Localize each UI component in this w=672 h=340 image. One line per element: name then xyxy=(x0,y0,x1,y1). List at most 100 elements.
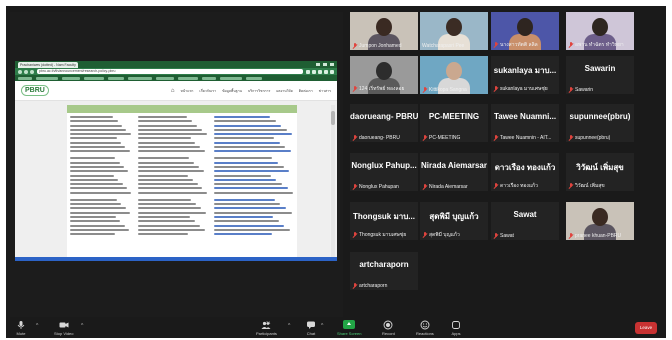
participant-name: supunnee(pbru) xyxy=(575,135,611,141)
participant-video-head xyxy=(517,18,533,36)
muted-mic-icon xyxy=(568,87,574,93)
participant-tile[interactable]: Jumpon Jonhamed xyxy=(350,12,418,50)
document-text-line xyxy=(138,211,206,214)
document-text-line xyxy=(70,161,120,164)
document-text-line xyxy=(138,187,203,190)
participant-tile[interactable]: Kittikopa Sangna xyxy=(420,56,488,94)
document-text-line xyxy=(138,174,188,177)
participant-tile[interactable]: Watcharapasri Pee xyxy=(420,12,488,50)
participant-tile[interactable]: นางสาวทัตติ ลลิล xyxy=(491,12,559,50)
participant-name-label: Watcharapasri Pee xyxy=(422,43,487,49)
participant-name-label: นางสาวทัตติ ลลิล xyxy=(493,41,558,49)
participant-name: artcharaporn xyxy=(359,283,388,289)
document-text-line xyxy=(214,116,270,118)
site-menu-item[interactable]: ข้อมูลพื้นฐาน xyxy=(222,88,242,94)
muted-mic-icon xyxy=(568,233,574,239)
participant-tile[interactable]: artcharaporn artcharaporn xyxy=(350,252,418,290)
document-text-line xyxy=(214,157,273,160)
document-text-line xyxy=(70,165,124,168)
participant-video-head xyxy=(376,62,392,80)
participant-name: วิวัฒน์ เพิ่มสุข xyxy=(575,183,605,189)
participant-tile[interactable]: Nonglux Pahup... Nonglux Pahupan xyxy=(350,153,418,191)
document-text-line xyxy=(70,191,132,194)
document-text-line xyxy=(214,207,286,210)
participant-tile[interactable]: Sawat Sawat xyxy=(491,202,559,240)
muted-mic-icon xyxy=(352,283,358,289)
participant-name: sukanlaya มาบเศษชุ่ย xyxy=(500,86,548,92)
document-text-line xyxy=(138,150,206,153)
participant-display-name: ดาวเรือง ทองแก้ว xyxy=(494,163,556,172)
document-text-line xyxy=(214,233,272,236)
scroll-thumb[interactable] xyxy=(331,111,335,125)
record-icon xyxy=(384,320,393,330)
document-text-line xyxy=(70,233,115,236)
site-menu-item[interactable]: บริการวิชาการ xyxy=(248,88,270,94)
document-text-line xyxy=(214,150,291,153)
mute-options-chevron-icon[interactable]: ^ xyxy=(36,323,38,329)
participant-video-head xyxy=(376,18,392,36)
participant-name: สุดพิมี บุญแก้ว xyxy=(429,232,460,238)
participant-tile[interactable]: วิวัฒน์ เพิ่มสุข วิวัฒน์ เพิ่มสุข xyxy=(566,153,634,191)
participants-button[interactable]: 21 Participants xyxy=(256,320,277,336)
document-text-line xyxy=(70,157,116,160)
participant-tile[interactable]: PC-MEETING PC-MEETING xyxy=(420,104,488,142)
site-menu-item[interactable]: หน้าแรก xyxy=(180,88,193,94)
home-icon[interactable]: ⌂ xyxy=(171,88,175,94)
participant-display-name: daorueang- PBRU xyxy=(350,112,418,121)
participants-label: Participants xyxy=(256,331,277,336)
chat-options-chevron-icon[interactable]: ^ xyxy=(321,323,323,329)
muted-mic-icon xyxy=(568,135,574,141)
participant-name: นางสาวทัตติ ลลิล xyxy=(500,42,538,48)
participants-options-chevron-icon[interactable]: ^ xyxy=(288,323,290,329)
document-text-line xyxy=(138,198,192,201)
participant-tile[interactable]: supunnee(pbru) supunnee(pbru) xyxy=(566,104,634,142)
browser-extensions[interactable] xyxy=(306,69,334,74)
reactions-button[interactable]: Reactions xyxy=(416,320,434,336)
participant-name: pranee khuan-PBRU xyxy=(575,233,622,239)
chat-label: Chat xyxy=(306,331,316,336)
record-button[interactable]: Record xyxy=(382,320,395,336)
participant-tile[interactable]: ดาวเรือง ทองแก้ว ดาวเรือง ทองแก้ว xyxy=(491,153,559,191)
document-text-line xyxy=(70,146,126,149)
video-options-chevron-icon[interactable]: ^ xyxy=(81,323,83,329)
participant-name-label: Jumpon Jonhamed xyxy=(352,43,417,49)
site-menu-item[interactable]: เกี่ยวกับเรา xyxy=(199,88,216,94)
url-field[interactable]: pbru.ac.th/th/announcement/research-poli… xyxy=(37,69,303,74)
stop-video-button[interactable]: Stop Video xyxy=(54,320,74,336)
leave-button[interactable]: Leave xyxy=(635,322,657,334)
apps-button[interactable]: Apps xyxy=(451,320,461,336)
participant-name-label: Tawee Nuamnin - AIT... xyxy=(493,135,558,141)
apps-icon xyxy=(452,321,460,329)
site-menu-item[interactable]: ผลงานวิจัย xyxy=(276,88,292,94)
document-text-line xyxy=(70,174,115,177)
participant-tile[interactable]: daorueang- PBRU daorueang- PBRU xyxy=(350,104,418,142)
muted-mic-icon xyxy=(568,42,574,48)
site-logo[interactable]: PBRU xyxy=(21,85,49,96)
document-text-line xyxy=(138,133,207,136)
participant-tile[interactable]: อพาน ทำฉัตร ทำวิทยา xyxy=(566,12,634,50)
participant-tile[interactable]: sukanlaya มาบ... sukanlaya มาบเศษชุ่ย xyxy=(491,56,559,94)
participant-tile[interactable]: Tawee Nuamni... Tawee Nuamnin - AIT... xyxy=(491,104,559,142)
document-text-line xyxy=(138,178,193,181)
participant-tile[interactable]: Nirada Aiemarsar Nirada Aiemarsar xyxy=(420,153,488,191)
site-menu-item[interactable]: ติดต่อเรา xyxy=(299,88,313,94)
participant-name-label: Sawarin xyxy=(568,87,633,93)
document-text-line xyxy=(138,228,205,231)
mute-button[interactable]: Mute xyxy=(16,320,26,336)
participant-tile[interactable]: 124 เริ่ทรัพย์ ทองลอย xyxy=(350,56,418,94)
page-scrollbar[interactable] xyxy=(331,105,335,257)
browser-nav-buttons[interactable] xyxy=(18,69,34,74)
share-screen-button[interactable]: Share Screen xyxy=(337,320,361,336)
participant-tile[interactable]: Thongsuk มาบ... Thongsuk มาบเศษชุ่ย xyxy=(350,202,418,240)
document-text-line xyxy=(214,120,276,123)
participant-video-head xyxy=(446,62,462,80)
document-text-line xyxy=(138,233,189,236)
participant-tile[interactable]: สุดพิมี บุญแก้ว สุดพิมี บุญแก้ว xyxy=(420,202,488,240)
chat-button[interactable]: Chat xyxy=(306,320,316,336)
browser-tab[interactable]: Prachaniwes (dotted) - Nam Faculty xyxy=(18,61,78,68)
participant-tile[interactable]: pranee khuan-PBRU xyxy=(566,202,634,240)
document-text-line xyxy=(214,220,279,223)
site-menu-item[interactable]: ข่าวสาร xyxy=(319,88,331,94)
document-text-line xyxy=(214,211,292,214)
participant-tile[interactable]: Sawarin Sawarin xyxy=(566,56,634,94)
